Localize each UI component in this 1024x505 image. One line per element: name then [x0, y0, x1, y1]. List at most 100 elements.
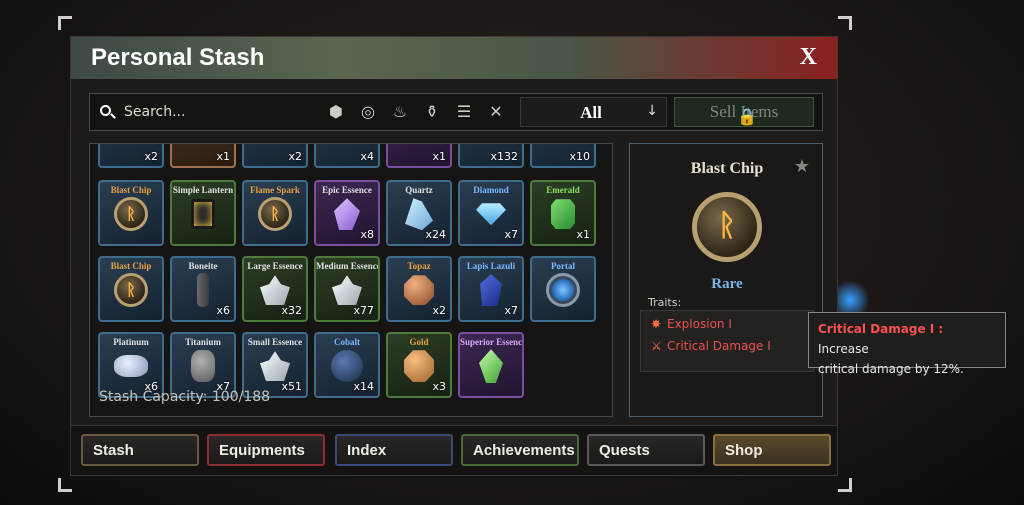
- inventory-slot[interactable]: Blast Chip ᚱ: [98, 256, 164, 322]
- flame-filter-icon[interactable]: ♨: [390, 102, 410, 122]
- item-count: x4: [360, 150, 374, 163]
- crystal-green-icon: [479, 349, 503, 384]
- item-name: Boneite: [188, 261, 218, 271]
- toolbar: Search... ⬢ ◎ ♨ ⚱ ☰ ✕ All ↓ Sell Items 🔒: [89, 93, 823, 131]
- collapse-icon[interactable]: ✕: [486, 102, 506, 122]
- rune-filter-icon[interactable]: ◎: [358, 102, 378, 122]
- inventory-slot[interactable]: x1: [386, 144, 452, 168]
- inventory-slot[interactable]: Cobalt x14: [314, 332, 380, 398]
- item-count: x132: [490, 150, 518, 163]
- item-count: x7: [504, 228, 518, 241]
- inventory-slot[interactable]: Emerald x1: [530, 180, 596, 246]
- item-name: Titanium: [185, 337, 221, 347]
- trait-tooltip: Critical Damage I : Increase critical da…: [808, 312, 1006, 376]
- item-name: Simple Lantern: [172, 185, 234, 195]
- emerald-icon: [551, 199, 575, 230]
- trait-critical-damage[interactable]: ⚔ Critical Damage I: [651, 339, 771, 353]
- inventory-slot[interactable]: Portal: [530, 256, 596, 322]
- potion-filter-icon[interactable]: ⚱: [422, 102, 442, 122]
- detail-rarity: Rare: [711, 276, 743, 292]
- item-count: x32: [281, 304, 302, 317]
- tab-index[interactable]: Index: [335, 434, 453, 466]
- search-input[interactable]: Search...: [124, 104, 185, 120]
- item-count: x1: [576, 228, 590, 241]
- item-name: Lapis Lazuli: [466, 261, 516, 271]
- crystal-white-icon: [260, 275, 290, 306]
- explosion-icon: ✸: [651, 317, 662, 331]
- inventory-slot[interactable]: Flame Spark ᚱ: [242, 180, 308, 246]
- item-name: Diamond: [473, 185, 509, 195]
- inventory-slot[interactable]: Diamond x7: [458, 180, 524, 246]
- item-count: x8: [360, 228, 374, 241]
- lapis-icon: [480, 274, 502, 307]
- item-name: Large Essence: [247, 261, 303, 271]
- inventory-slot[interactable]: x10: [530, 144, 596, 168]
- item-count: x10: [569, 150, 590, 163]
- lock-icon: 🔒: [737, 109, 757, 126]
- search-icon: [100, 105, 111, 116]
- trait-label: Explosion I: [667, 317, 732, 331]
- item-grid: x2 x1 x2 x4 x1 x132 x10 Blast Chip ᚱ Simple Lante…: [89, 143, 613, 417]
- item-name: Blast Chip: [110, 185, 152, 195]
- item-count: x77: [353, 304, 374, 317]
- item-name: Emerald: [546, 185, 580, 195]
- item-name: Superior Essence: [460, 337, 524, 347]
- inventory-slot[interactable]: Gold x3: [386, 332, 452, 398]
- tab-quests[interactable]: Quests: [587, 434, 705, 466]
- inventory-slot[interactable]: Boneite x6: [170, 256, 236, 322]
- inventory-slot[interactable]: x1: [170, 144, 236, 168]
- arrow-down-icon: ↓: [646, 103, 658, 119]
- inventory-slot[interactable]: x2: [242, 144, 308, 168]
- window-title: Personal Stash: [91, 44, 265, 71]
- favorite-star-icon[interactable]: ★: [794, 156, 810, 177]
- inventory-slot[interactable]: Medium Essence x77: [314, 256, 380, 322]
- tab-equipments[interactable]: Equipments: [207, 434, 325, 466]
- coin-icon: ᚱ: [258, 197, 292, 232]
- inventory-slot[interactable]: Epic Essence x8: [314, 180, 380, 246]
- item-name: Topaz: [407, 261, 431, 271]
- tab-achievements[interactable]: Achievements: [461, 434, 579, 466]
- frame-corner-br: [838, 478, 852, 492]
- inventory-slot[interactable]: Blast Chip ᚱ: [98, 180, 164, 246]
- platinum-icon: [114, 355, 148, 378]
- inventory-slot[interactable]: Quartz x24: [386, 180, 452, 246]
- item-count: x1: [216, 150, 230, 163]
- item-count: x1: [432, 150, 446, 163]
- traits-label: Traits:: [648, 296, 682, 309]
- crystal-white-icon: [332, 275, 362, 306]
- inventory-slot[interactable]: x132: [458, 144, 524, 168]
- inventory-slot[interactable]: Topaz x2: [386, 256, 452, 322]
- item-count: x2: [432, 304, 446, 317]
- crystal-blue-icon: [405, 198, 433, 231]
- blast-chip-icon: ᚱ: [692, 192, 762, 262]
- diamond-icon: [476, 203, 506, 226]
- ore-filter-icon[interactable]: ⬢: [326, 102, 346, 122]
- frame-corner-tr: [838, 16, 852, 30]
- sword-icon: ⚔: [651, 339, 662, 353]
- tooltip-text: critical damage by 12%.: [818, 362, 964, 376]
- category-dropdown[interactable]: All ↓: [520, 97, 667, 127]
- inventory-slot[interactable]: Superior Essence: [458, 332, 524, 398]
- item-name: Quartz: [405, 185, 433, 195]
- tooltip-title: Critical Damage I :: [818, 322, 944, 336]
- tab-shop[interactable]: Shop: [713, 434, 831, 466]
- crystal-purple-icon: [334, 198, 360, 231]
- gold-icon: [404, 350, 434, 383]
- item-name: Small Essence: [247, 337, 303, 347]
- inventory-slot[interactable]: Lapis Lazuli x7: [458, 256, 524, 322]
- item-count: x7: [504, 304, 518, 317]
- inventory-slot[interactable]: Large Essence x32: [242, 256, 308, 322]
- trait-label: Critical Damage I: [667, 339, 771, 353]
- inventory-slot[interactable]: x4: [314, 144, 380, 168]
- item-name: Flame Spark: [250, 185, 300, 195]
- item-name: Portal: [551, 261, 575, 271]
- sell-items-button[interactable]: Sell Items 🔒: [674, 97, 814, 127]
- inventory-slot[interactable]: Simple Lantern: [170, 180, 236, 246]
- stash-capacity: Stash Capacity: 100/188: [99, 389, 271, 405]
- title-bar: Personal Stash X: [71, 37, 837, 79]
- close-button[interactable]: X: [800, 44, 817, 71]
- trait-explosion[interactable]: ✸ Explosion I: [651, 317, 732, 331]
- tab-stash[interactable]: Stash: [81, 434, 199, 466]
- sort-icon[interactable]: ☰: [454, 102, 474, 122]
- inventory-slot[interactable]: x2: [98, 144, 164, 168]
